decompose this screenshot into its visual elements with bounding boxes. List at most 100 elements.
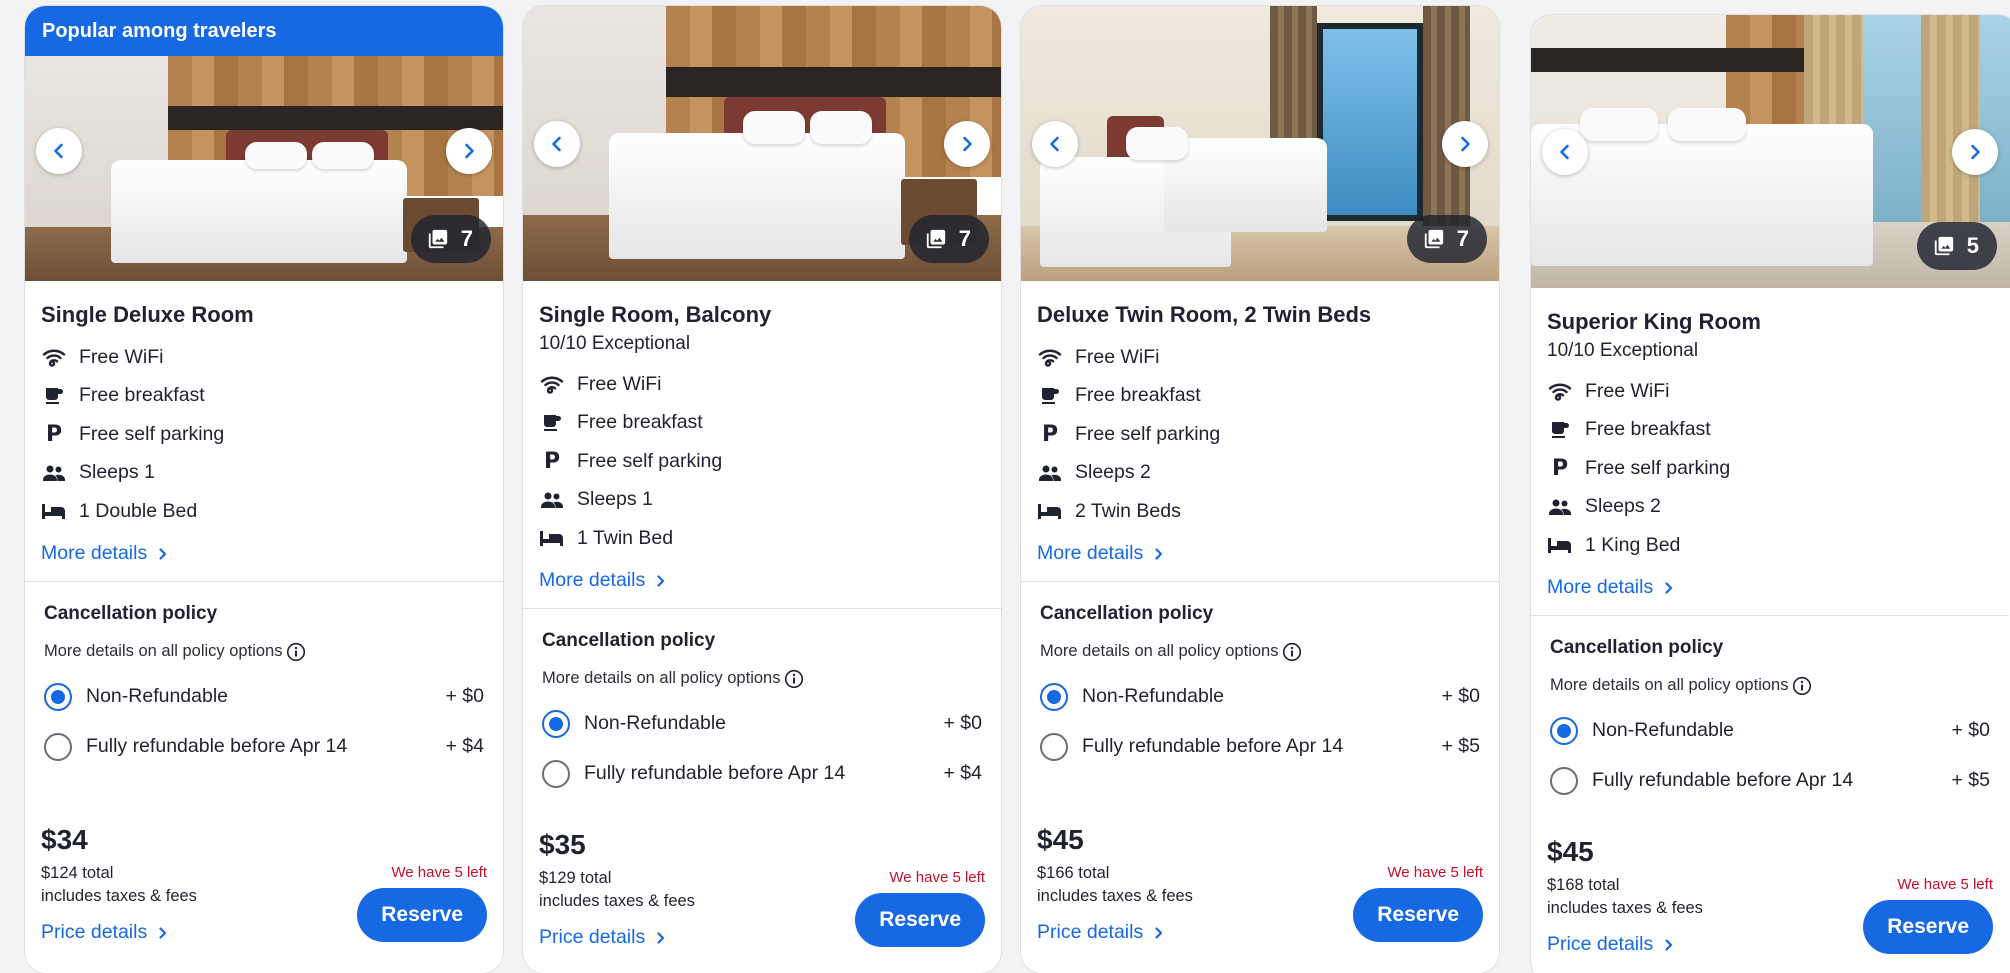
info-icon[interactable] [286, 642, 306, 662]
reserve-button[interactable]: Reserve [357, 887, 487, 942]
amenity-list: Free WiFi Free breakfast P Free self par… [41, 338, 487, 531]
photo-next-button[interactable] [944, 120, 990, 167]
option-price: + $0 [1441, 685, 1481, 707]
policy-options-info[interactable]: More details on all policy options [542, 669, 982, 689]
option-price: + $4 [943, 762, 983, 784]
more-details-link[interactable]: More details [1547, 575, 1675, 601]
info-icon[interactable] [1792, 676, 1812, 696]
amenity-item: Sleeps 1 [41, 454, 487, 493]
radio-selected[interactable] [1550, 716, 1578, 745]
room-name: Deluxe Twin Room, 2 Twin Beds [1037, 302, 1372, 327]
photo-count-value: 7 [958, 226, 971, 251]
chevron-right-icon [1155, 926, 1163, 939]
amenity-item: P Free self parking [41, 415, 487, 454]
policy-option-nonrefundable[interactable]: Non-Refundable + $0 [542, 709, 982, 739]
room-photo[interactable]: 7 [25, 56, 503, 281]
policy-option-refundable[interactable]: Fully refundable before Apr 14 + $5 [1040, 732, 1480, 762]
bed-icon [41, 500, 67, 522]
price-summary: $45 $168 total includes taxes & fees We … [1547, 836, 1993, 958]
amenity-item: Free breakfast [1547, 411, 1993, 450]
bed-icon [539, 527, 565, 549]
photo-next-button[interactable] [446, 127, 492, 174]
availability-note: We have 5 left [1897, 875, 1993, 893]
more-details-link[interactable]: More details [1037, 541, 1165, 567]
policy-options-info[interactable]: More details on all policy options [44, 642, 484, 662]
amenity-item: 2 Twin Beds [1037, 492, 1483, 531]
policy-option-nonrefundable[interactable]: Non-Refundable + $0 [1040, 682, 1480, 712]
radio-selected[interactable] [1040, 682, 1068, 711]
reserve-button[interactable]: Reserve [855, 892, 985, 947]
chevron-right-icon [1665, 581, 1673, 594]
policy-options-info[interactable]: More details on all policy options [1550, 676, 1990, 696]
room-name: Single Room, Balcony [539, 302, 772, 327]
guest-rating: 10/10 Exceptional [1547, 340, 1699, 361]
wifi-icon [1037, 346, 1063, 368]
option-price: + $5 [1441, 735, 1481, 757]
photo-next-button[interactable] [1952, 128, 1998, 175]
coffee-cup-icon [539, 412, 565, 434]
more-details-link[interactable]: More details [41, 541, 169, 567]
policy-option-refundable[interactable]: Fully refundable before Apr 14 + $4 [44, 732, 484, 762]
photo-count-button[interactable]: 7 [410, 215, 491, 263]
policy-option-refundable[interactable]: Fully refundable before Apr 14 + $4 [542, 759, 982, 789]
reserve-button[interactable]: Reserve [1353, 887, 1483, 942]
policy-option-refundable[interactable]: Fully refundable before Apr 14 + $5 [1550, 766, 1990, 796]
parking-icon: P [45, 421, 63, 447]
price-details-link[interactable]: Price details [1037, 920, 1165, 946]
amenity-list: Free WiFi Free breakfast P Free self par… [1547, 372, 1993, 565]
radio-selected[interactable] [542, 709, 570, 738]
photo-count-button[interactable]: 5 [1916, 222, 1997, 270]
chevron-left-icon [1050, 136, 1059, 151]
cancellation-policy: Cancellation policy More details on all … [539, 630, 985, 789]
reserve-button[interactable]: Reserve [1863, 899, 1993, 954]
amenity-item: Sleeps 2 [1037, 454, 1483, 493]
price-details-link[interactable]: Price details [1547, 932, 1675, 958]
parking-icon: P [1041, 421, 1059, 447]
policy-option-nonrefundable[interactable]: Non-Refundable + $0 [1550, 716, 1990, 746]
room-photo[interactable]: 7 [1021, 6, 1499, 281]
nightly-price: $45 [1037, 823, 1084, 855]
info-icon[interactable] [784, 669, 804, 689]
radio-unselected[interactable] [542, 759, 570, 788]
room-photo[interactable]: 7 [523, 6, 1001, 281]
amenity-list: Free WiFi Free breakfast P Free self par… [1037, 338, 1483, 531]
amenity-item: Sleeps 1 [539, 481, 985, 520]
availability-note: We have 5 left [391, 863, 487, 881]
option-price: + $5 [1951, 769, 1991, 791]
chevron-right-icon [159, 926, 167, 939]
policy-options-info[interactable]: More details on all policy options [1040, 642, 1480, 662]
photo-next-button[interactable] [1442, 120, 1488, 167]
room-photo[interactable]: 5 [1531, 15, 2010, 288]
radio-selected[interactable] [44, 682, 72, 711]
policy-option-nonrefundable[interactable]: Non-Refundable + $0 [44, 682, 484, 712]
image-gallery-icon [1424, 229, 1443, 249]
amenity-list: Free WiFi Free breakfast P Free self par… [539, 365, 985, 558]
availability-note: We have 5 left [1387, 863, 1483, 881]
price-details-link[interactable]: Price details [41, 920, 169, 946]
radio-unselected[interactable] [1550, 766, 1578, 795]
wifi-icon [1547, 380, 1573, 402]
amenity-item: P Free self parking [1547, 449, 1993, 488]
photo-prev-button[interactable] [1032, 120, 1078, 167]
photo-prev-button[interactable] [534, 120, 580, 167]
chevron-left-icon [552, 136, 561, 151]
photo-prev-button[interactable] [36, 127, 82, 174]
room-card: 7 Single Room, Balcony 10/10 Exceptional… [522, 5, 1002, 973]
photo-count-button[interactable]: 7 [908, 215, 989, 263]
more-details-link[interactable]: More details [539, 568, 667, 594]
people-icon [539, 489, 565, 511]
radio-unselected[interactable] [44, 732, 72, 761]
nightly-price: $45 [1547, 835, 1594, 867]
chevron-right-icon [1971, 144, 1980, 159]
policy-title: Cancellation policy [542, 629, 716, 651]
photo-prev-button[interactable] [1542, 128, 1588, 175]
amenity-item: Free breakfast [539, 404, 985, 443]
info-icon[interactable] [1282, 642, 1302, 662]
amenity-item: Free WiFi [41, 338, 487, 377]
amenity-item: Free WiFi [1547, 372, 1993, 411]
radio-unselected[interactable] [1040, 732, 1068, 761]
chevron-right-icon [1155, 547, 1163, 560]
chevron-right-icon [1665, 938, 1673, 951]
photo-count-button[interactable]: 7 [1406, 215, 1487, 263]
price-details-link[interactable]: Price details [539, 925, 667, 951]
